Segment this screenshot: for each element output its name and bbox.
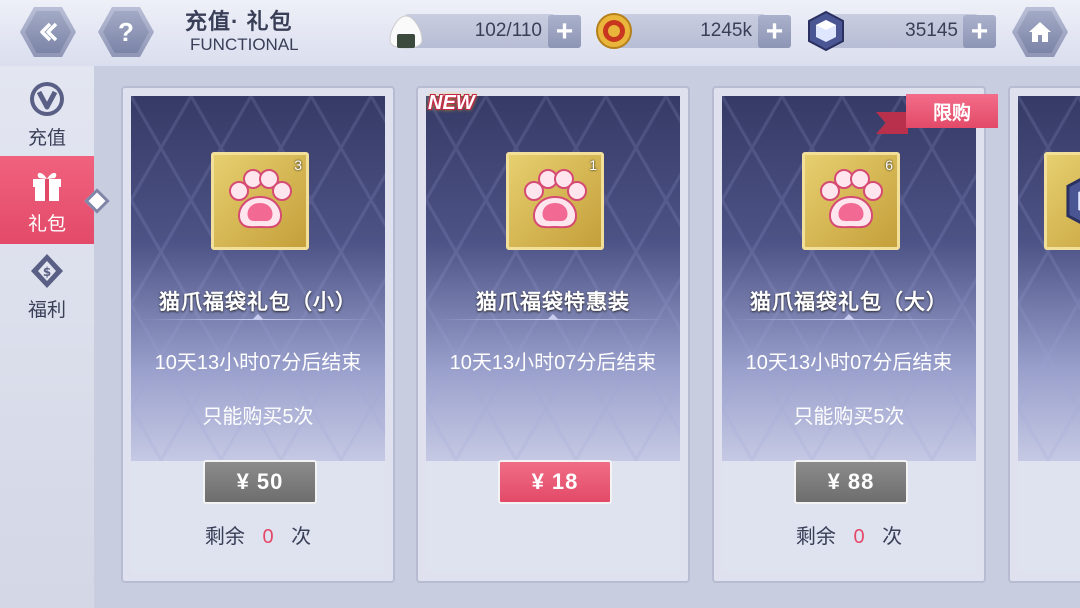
welfare-icon: $ [27, 251, 67, 291]
price-button[interactable]: ¥ 88 [794, 460, 908, 504]
remaining-count: 剩余 0 次 [722, 520, 976, 549]
gift-card-partial[interactable] [1008, 86, 1080, 583]
remaining-number: 0 [853, 526, 865, 548]
gift-timer: 10天13小时07分后结束 [745, 352, 953, 374]
help-icon: ? [103, 11, 149, 53]
remaining-label: 剩余 [795, 526, 836, 548]
svg-text:$: $ [43, 265, 51, 279]
gift-name: 猫爪福袋礼包（小） [159, 291, 357, 314]
item-slot: 6 [802, 152, 900, 250]
sidebar-item-label: 礼包 [27, 213, 66, 235]
sidebar-item-label: 充值 [27, 127, 66, 149]
vip-icon [27, 79, 67, 119]
gift-card[interactable]: 3 猫爪福袋礼包（小） 10天13小时07分后结束 只能购买5次 ¥ 50 剩余… [121, 86, 395, 583]
stamina-value: 102/110 [474, 20, 542, 41]
sidebar: 充值 礼包 $ 福利 [0, 66, 94, 608]
limited-badge: 限购 [906, 94, 998, 128]
name-divider [436, 314, 670, 320]
remaining-number: 0 [262, 526, 274, 548]
crystal-plus-button[interactable]: + [963, 15, 996, 48]
gift-purchase-limit: 只能购买5次 [202, 406, 314, 428]
home-icon [1017, 11, 1063, 53]
remaining-unit: 次 [291, 526, 312, 548]
gift-purchase-limit: 只能购买5次 [793, 406, 905, 428]
cat-paw-icon [820, 169, 883, 229]
name-divider [141, 314, 375, 320]
sidebar-item-recharge[interactable]: 充值 [0, 70, 94, 158]
sidebar-item-gift[interactable]: 礼包 [0, 156, 94, 244]
gift-card[interactable]: 6 猫爪福袋礼包（大） 10天13小时07分后结束 只能购买5次 ¥ 88 剩余… [712, 86, 986, 583]
page-title: 充值· 礼包 [185, 9, 293, 34]
cat-paw-icon [524, 169, 587, 229]
name-divider [732, 314, 966, 320]
gift-icon [27, 165, 67, 205]
gift-name: 猫爪福袋礼包（大） [750, 291, 948, 314]
item-count: 3 [294, 157, 302, 173]
remaining-label: 剩余 [204, 526, 245, 548]
gold-plus-button[interactable]: + [758, 15, 791, 48]
sidebar-item-label: 福利 [27, 299, 66, 321]
item-slot: 3 [211, 152, 309, 250]
crystal-icon [806, 10, 846, 57]
item-count: 1 [589, 157, 597, 173]
sidebar-item-welfare[interactable]: $ 福利 [0, 242, 94, 330]
gold-value: 1245k [700, 20, 752, 41]
onigiri-icon [386, 12, 426, 57]
back-button[interactable] [20, 7, 76, 57]
crystal-value: 35145 [905, 20, 958, 41]
item-slot: 1 [506, 152, 604, 250]
gift-card[interactable]: 1 猫爪福袋特惠装 10天13小时07分后结束 ¥ 18 [416, 86, 690, 583]
back-arrow-icon [25, 11, 71, 53]
cat-paw-icon [229, 169, 292, 229]
gift-name: 猫爪福袋特惠装 [476, 291, 630, 314]
item-slot [1044, 152, 1080, 250]
help-button[interactable]: ? [98, 7, 154, 57]
new-badge: NEW [428, 92, 475, 114]
remaining-unit: 次 [882, 526, 903, 548]
coin-icon [595, 12, 633, 55]
stamina-plus-button[interactable]: + [548, 15, 581, 48]
price-button[interactable]: ¥ 18 [498, 460, 612, 504]
item-count: 6 [885, 157, 893, 173]
gift-timer: 10天13小时07分后结束 [449, 352, 657, 374]
crystal-icon [1066, 178, 1080, 224]
price-button[interactable]: ¥ 50 [203, 460, 317, 504]
gift-timer: 10天13小时07分后结束 [154, 352, 362, 374]
remaining-count: 剩余 0 次 [131, 520, 385, 549]
top-bar: ? 充值· 礼包 FUNCTIONAL 102/110 + 1245k + 35… [0, 0, 1080, 66]
home-button[interactable] [1012, 7, 1068, 57]
page-subtitle: FUNCTIONAL [190, 35, 299, 54]
